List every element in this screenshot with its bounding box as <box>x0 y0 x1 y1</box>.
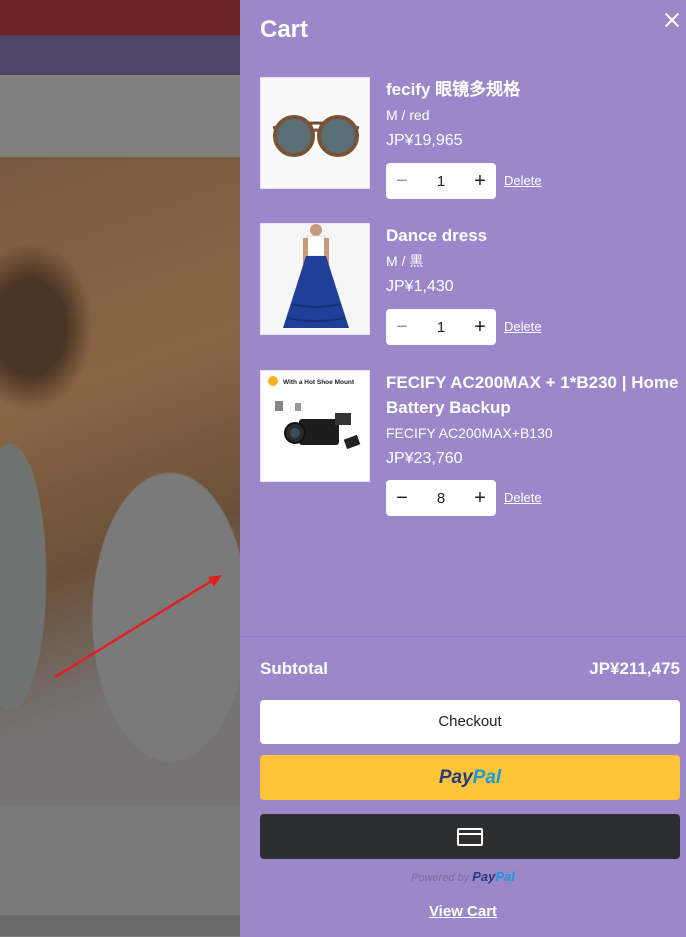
item-price: JP¥1,430 <box>386 278 454 295</box>
background-header-area <box>0 75 240 157</box>
cart-drawer: Cart fecify 眼镜多规格 M / red JP¥19,965 − 1 … <box>240 0 686 937</box>
delete-link[interactable]: Delete <box>504 490 542 505</box>
subtotal-label: Subtotal <box>260 659 328 678</box>
background-footer <box>0 915 240 936</box>
quantity-stepper: − 1 + <box>386 309 496 345</box>
camcorder-icon: With a Hot Shoe Mount <box>261 371 369 481</box>
powered-by-text: Powered by <box>411 872 470 884</box>
quantity-stepper: − 8 + <box>386 480 496 516</box>
minus-icon[interactable]: − <box>386 163 418 199</box>
paypal-small-logo: PayPal <box>472 869 515 884</box>
product-image-sunglasses[interactable] <box>260 77 370 189</box>
quantity-stepper: − 1 + <box>386 163 496 199</box>
dress-icon <box>261 224 369 334</box>
powered-by-paypal: Powered by PayPal <box>240 869 686 884</box>
quantity-value[interactable]: 1 <box>418 173 464 190</box>
item-name[interactable]: FECIFY AC200MAX + 1*B230 | Home Battery … <box>386 370 682 420</box>
background-hero-image <box>0 157 240 805</box>
item-name[interactable]: Dance dress <box>386 223 682 248</box>
plus-icon[interactable]: + <box>464 480 496 516</box>
card-payment-button[interactable] <box>260 814 680 859</box>
product-image-camcorder[interactable]: With a Hot Shoe Mount <box>260 370 370 482</box>
view-cart-link-wrapper: View Cart <box>240 903 686 920</box>
view-cart-link[interactable]: View Cart <box>429 903 497 920</box>
red-arrow-icon <box>54 575 222 679</box>
close-icon[interactable] <box>660 8 684 32</box>
image-caption: With a Hot Shoe Mount <box>283 379 355 386</box>
item-price: JP¥19,965 <box>386 132 463 149</box>
item-variant: FECIFY AC200MAX+B130 <box>386 425 553 441</box>
delete-link[interactable]: Delete <box>504 319 542 334</box>
plus-icon[interactable]: + <box>464 163 496 199</box>
minus-icon[interactable]: − <box>386 480 418 516</box>
background-lower-area <box>0 805 240 915</box>
credit-card-icon <box>457 827 483 846</box>
cart-footer: Subtotal JP¥211,475 Checkout PayPal Powe… <box>240 636 686 937</box>
item-variant: M / 黑 <box>386 253 424 269</box>
plus-icon[interactable]: + <box>464 309 496 345</box>
checkout-button[interactable]: Checkout <box>260 700 680 744</box>
item-price: JP¥23,760 <box>386 450 463 467</box>
background-nav-bar <box>0 35 240 75</box>
item-info: Dance dress M / 黑 JP¥1,430 <box>386 223 682 298</box>
product-image-dress[interactable] <box>260 223 370 335</box>
paypal-button[interactable]: PayPal <box>260 755 680 800</box>
delete-link[interactable]: Delete <box>504 173 542 188</box>
quantity-value[interactable]: 1 <box>418 319 464 336</box>
sunglasses-icon <box>272 115 360 157</box>
background-announcement-bar <box>0 0 240 35</box>
item-info: FECIFY AC200MAX + 1*B230 | Home Battery … <box>386 370 682 470</box>
cart-title: Cart <box>260 16 309 43</box>
paypal-logo: PayPal <box>438 767 502 788</box>
item-info: fecify 眼镜多规格 M / red JP¥19,965 <box>386 77 682 152</box>
item-name[interactable]: fecify 眼镜多规格 <box>386 77 682 102</box>
minus-icon[interactable]: − <box>386 309 418 345</box>
item-variant: M / red <box>386 107 430 123</box>
quantity-value[interactable]: 8 <box>418 490 464 507</box>
subtotal-value: JP¥211,475 <box>589 659 680 678</box>
